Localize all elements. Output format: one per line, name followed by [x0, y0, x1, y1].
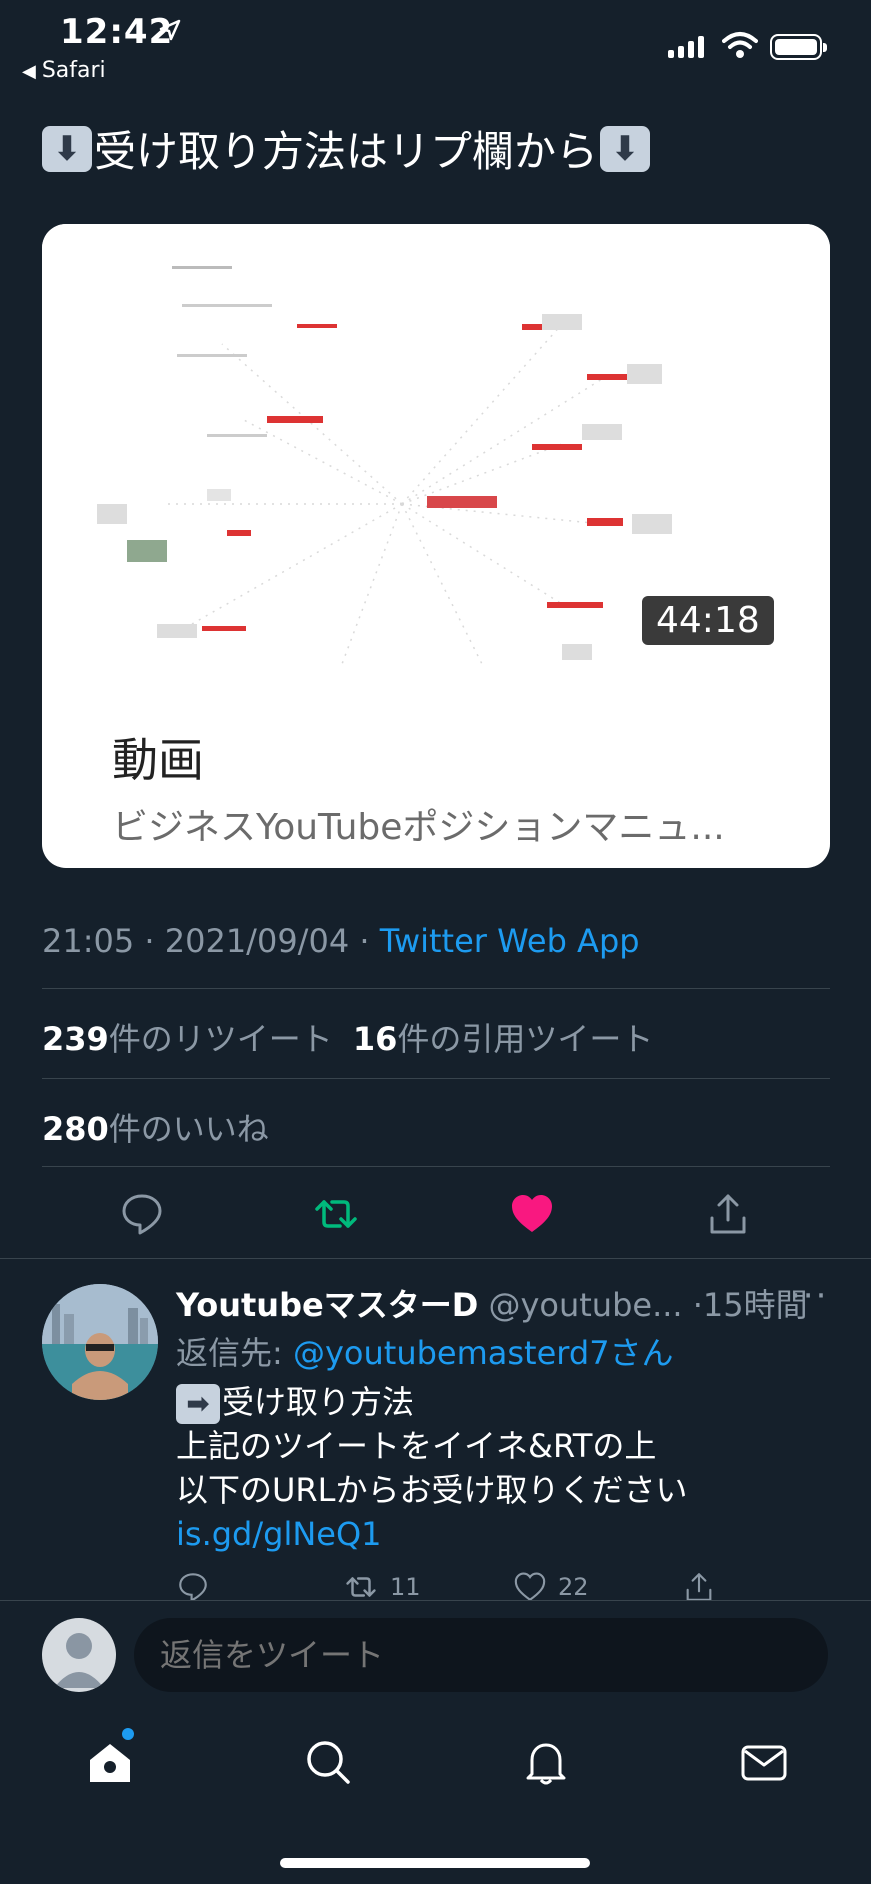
retweets-stat[interactable]: 239件のリツイート	[42, 1020, 333, 1058]
divider	[42, 988, 830, 989]
right-arrow-icon: ➡	[176, 1384, 220, 1424]
quotes-stat[interactable]: 16件の引用ツイート	[353, 1020, 654, 1058]
reply-share-button[interactable]	[682, 1570, 716, 1604]
down-arrow-icon: ⬇	[600, 125, 651, 172]
home-icon[interactable]	[84, 1736, 136, 1788]
reply-reply-button[interactable]	[176, 1570, 210, 1604]
reply-author-name[interactable]: YoutubeマスターD	[176, 1286, 478, 1324]
reply-text: ➡ 受け取り方法 上記のツイートをイイネ&RTの上 以下のURLからお受け取りくだ…	[176, 1380, 688, 1556]
cellular-signal-icon	[668, 36, 704, 58]
reply-url-link[interactable]: is.gd/glNeQ1	[176, 1512, 688, 1556]
headline-text: 受け取り方法はリプ欄から	[94, 127, 599, 176]
divider	[0, 1258, 871, 1259]
video-card[interactable]: 44:18 動画 ビジネスYouTubeポジションマニュ...	[42, 224, 830, 868]
retweets-label: 件のリツイート	[108, 1020, 333, 1058]
reply-line-1: 受け取り方法	[222, 1383, 415, 1421]
my-avatar[interactable]	[42, 1618, 116, 1692]
reply-icon[interactable]	[118, 1190, 166, 1238]
reply-retweet-count: 11	[390, 1573, 421, 1601]
retweet-icon	[346, 1577, 376, 1597]
status-time: 12:42	[60, 12, 174, 52]
reply-line-3: 以下のURLからお受け取りください	[176, 1471, 688, 1509]
reply-retweet-button[interactable]: 11	[342, 1570, 421, 1604]
tweet-timestamp: 21:05 · 2021/09/04 ·	[42, 922, 380, 960]
tweet-headline: ⬇ 受け取り方法はリプ欄から ⬇	[42, 118, 651, 179]
reply-icon	[179, 1573, 207, 1603]
more-options-icon[interactable]: ···	[790, 1276, 828, 1316]
replying-to-label: 返信先:	[176, 1334, 293, 1372]
retweets-count: 239	[42, 1020, 109, 1058]
card-subtitle: ビジネスYouTubeポジションマニュ...	[112, 807, 725, 848]
search-icon[interactable]	[302, 1736, 354, 1788]
wifi-icon	[722, 32, 758, 58]
engagement-stats-row: 239件のリツイート 16件の引用ツイート	[42, 1014, 653, 1060]
battery-icon	[770, 34, 827, 60]
card-title: 動画	[112, 733, 204, 787]
back-app-label: Safari	[41, 58, 106, 83]
share-icon	[686, 1573, 712, 1601]
home-notification-dot	[122, 1728, 134, 1740]
reply-line-2: 上記のツイートをイイネ&RTの上	[176, 1427, 657, 1465]
tweet-source-link[interactable]: Twitter Web App	[380, 922, 640, 960]
replying-to: 返信先: @youtubemasterd7さん	[176, 1328, 674, 1374]
reply-like-button[interactable]: 22	[512, 1570, 589, 1604]
down-arrow-icon: ⬇	[42, 125, 92, 172]
messages-envelope-icon[interactable]	[738, 1736, 790, 1788]
home-indicator	[280, 1858, 590, 1868]
reply-compose-input[interactable]	[134, 1618, 828, 1692]
reply-author-line[interactable]: YoutubeマスターD @youtube... ·15時間	[176, 1280, 808, 1326]
likes-stat[interactable]: 280件のいいね	[42, 1104, 269, 1150]
divider	[42, 1078, 830, 1079]
reply-author-handle[interactable]: @youtube...	[488, 1286, 682, 1324]
video-duration-badge: 44:18	[642, 596, 774, 645]
reply-author-avatar[interactable]	[42, 1284, 158, 1400]
likes-label: 件のいいね	[108, 1110, 269, 1148]
notifications-bell-icon[interactable]	[520, 1736, 572, 1788]
likes-count: 280	[42, 1110, 109, 1148]
back-triangle-icon: ◀	[22, 61, 36, 82]
like-heart-icon	[514, 1572, 546, 1602]
reply-like-count: 22	[558, 1573, 589, 1601]
quotes-label: 件の引用ツイート	[397, 1020, 654, 1058]
divider	[42, 1166, 830, 1167]
retweet-icon[interactable]	[312, 1190, 360, 1238]
back-to-safari[interactable]: ◀ Safari	[22, 58, 106, 83]
like-heart-icon[interactable]	[508, 1190, 556, 1238]
share-icon[interactable]	[704, 1190, 752, 1238]
tweet-meta: 21:05 · 2021/09/04 · Twitter Web App	[42, 922, 640, 960]
quotes-count: 16	[352, 1020, 398, 1058]
location-arrow-icon	[159, 19, 181, 41]
replying-to-handle-link[interactable]: @youtubemasterd7さん	[293, 1334, 674, 1372]
